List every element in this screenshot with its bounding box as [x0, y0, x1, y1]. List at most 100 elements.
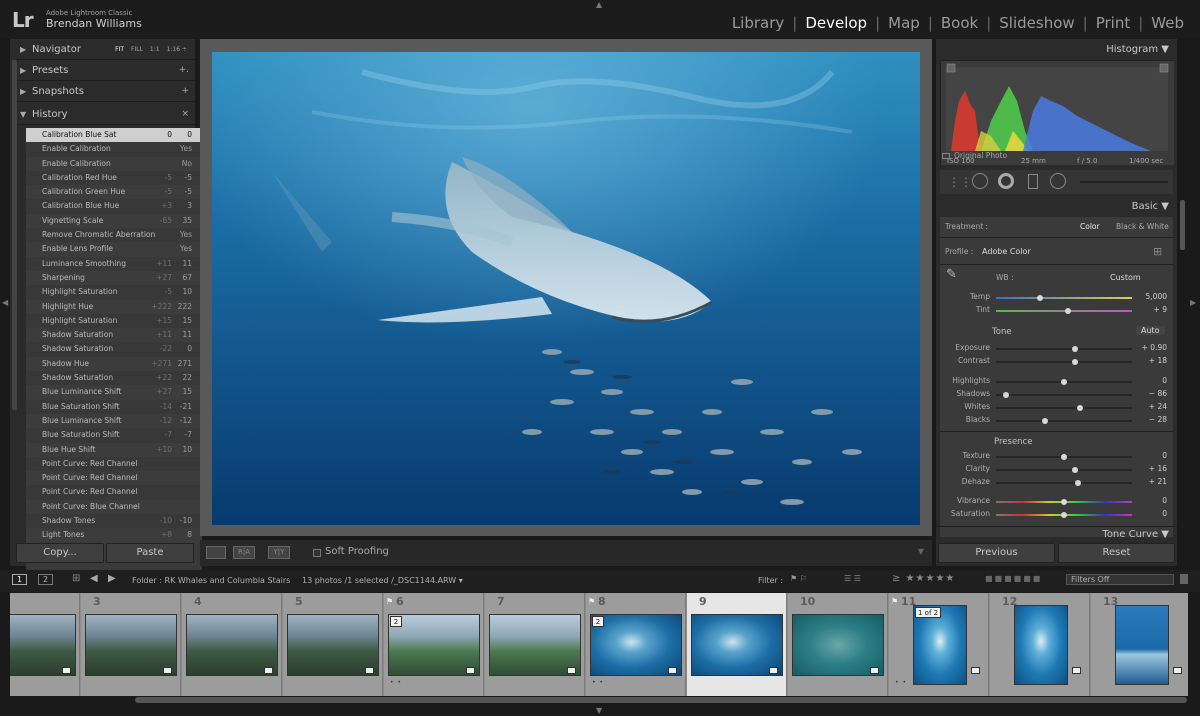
filmstrip-scrollbar[interactable]: [135, 697, 1187, 703]
filmstrip-cell[interactable]: 8 ⚑ 2 • •: [586, 593, 686, 696]
slider-knob-contrast[interactable]: [1071, 359, 1078, 365]
module-library[interactable]: Library: [724, 14, 792, 32]
filters-off-dropdown[interactable]: Filters Off: [1066, 574, 1174, 585]
navigator-zoom-option[interactable]: 1:1: [150, 39, 160, 60]
edited-badge-icon[interactable]: [264, 667, 273, 674]
slider-knob-saturation[interactable]: [1061, 512, 1067, 518]
slider-track-contrast[interactable]: [996, 361, 1132, 363]
histogram-header[interactable]: Histogram ▼: [936, 40, 1177, 60]
folder-breadcrumb[interactable]: Folder : RK Whales and Columbia Stairs: [132, 576, 290, 585]
edited-badge-icon[interactable]: [365, 667, 374, 674]
module-slideshow[interactable]: Slideshow: [991, 14, 1082, 32]
rating-dots[interactable]: • •: [895, 679, 907, 686]
slider-track-exposure[interactable]: [996, 348, 1132, 350]
slider-value-contrast[interactable]: + 18: [1137, 356, 1167, 365]
before-after-yy-button[interactable]: Y|Y: [268, 546, 290, 559]
soft-proofing-checkbox[interactable]: [313, 549, 321, 557]
history-row[interactable]: Point Curve: Red Channel: [26, 471, 202, 486]
slider-value-clarity[interactable]: + 16: [1137, 464, 1167, 473]
history-row[interactable]: Enable Calibration No: [26, 156, 202, 171]
slider-track-tint[interactable]: [996, 310, 1132, 312]
right-panel-scrollbar[interactable]: [1180, 200, 1185, 250]
history-row[interactable]: Point Curve: Blue Channel: [26, 499, 202, 515]
filmstrip-thumbnail[interactable]: [1115, 605, 1169, 685]
history-row[interactable]: Blue Hue Shift +10 10: [26, 442, 202, 457]
filmstrip-cell[interactable]: 5: [283, 593, 383, 696]
history-row[interactable]: Calibration Red Hue -5 -5: [26, 170, 202, 186]
add-snapshot-button[interactable]: +: [181, 81, 189, 102]
slider-value-dehaze[interactable]: + 21: [1137, 477, 1167, 486]
rating-dots[interactable]: • •: [390, 679, 402, 686]
previous-button[interactable]: Previous: [938, 543, 1055, 563]
filter-lock-icon[interactable]: [1180, 574, 1188, 584]
module-map[interactable]: Map: [880, 14, 928, 32]
slider-knob-vibrance[interactable]: [1061, 499, 1067, 505]
edited-badge-icon[interactable]: [62, 667, 71, 674]
slider-value-vibrance[interactable]: 0: [1137, 496, 1167, 505]
slider-knob-dehaze[interactable]: [1074, 480, 1081, 486]
treatment-color-option[interactable]: Color: [1080, 222, 1100, 231]
presets-header[interactable]: ▶ Presets +.: [16, 60, 195, 81]
history-row[interactable]: Shadow Hue +271 271: [26, 356, 202, 372]
wb-dropdown[interactable]: Custom: [1110, 273, 1141, 282]
slider-knob-tint[interactable]: [1065, 308, 1072, 314]
rating-dots[interactable]: • •: [592, 679, 604, 686]
edited-badge-icon[interactable]: [971, 667, 980, 674]
stack-count-badge[interactable]: 2: [390, 616, 402, 627]
history-row[interactable]: Calibration Blue Sat 0 0: [26, 128, 202, 143]
filmstrip-cell[interactable]: 6 ⚑ 2 • •: [384, 593, 484, 696]
flag-icon[interactable]: ⚑: [386, 597, 393, 606]
slider-value-whites[interactable]: + 24: [1137, 402, 1167, 411]
graduated-filter-icon[interactable]: [1028, 174, 1038, 189]
slider-track-shadows[interactable]: [996, 394, 1132, 396]
forward-arrow-icon[interactable]: ▶: [108, 573, 116, 584]
slider-knob-shadows[interactable]: [1002, 392, 1009, 398]
back-arrow-icon[interactable]: ◀: [90, 573, 98, 584]
slider-knob-temp[interactable]: [1036, 295, 1043, 301]
filmstrip-thumbnail[interactable]: [1014, 605, 1068, 685]
history-row[interactable]: Calibration Blue Hue +3 3: [26, 199, 202, 214]
navigator-zoom-option[interactable]: FILL: [131, 39, 143, 60]
reset-button[interactable]: Reset: [1058, 543, 1175, 563]
slider-knob-clarity[interactable]: [1071, 467, 1078, 473]
basic-header[interactable]: Basic ▼: [936, 197, 1177, 217]
slider-knob-blacks[interactable]: [1041, 418, 1048, 424]
before-after-lr-button[interactable]: R|A: [233, 546, 255, 559]
white-balance-picker-icon[interactable]: ✎: [946, 267, 957, 282]
edited-badge-icon[interactable]: [1173, 667, 1182, 674]
edited-badge-icon[interactable]: [769, 667, 778, 674]
color-label-filter[interactable]: ■■■■■■: [985, 574, 1042, 583]
profile-browser-icon[interactable]: ⊞: [1153, 245, 1162, 258]
slider-value-shadows[interactable]: − 86: [1137, 389, 1167, 398]
history-row[interactable]: Shadow Saturation -22 0: [26, 342, 202, 357]
module-web[interactable]: Web: [1143, 14, 1192, 32]
second-window-button[interactable]: 2: [38, 574, 54, 585]
navigator-zoom-option[interactable]: 1:16 ÷: [167, 39, 187, 60]
history-row[interactable]: Blue Saturation Shift -7 -7: [26, 428, 202, 443]
loupe-view-icon[interactable]: [206, 546, 226, 559]
edited-badge-icon[interactable]: [466, 667, 475, 674]
edited-badge-icon[interactable]: [668, 667, 677, 674]
adjustment-brush-slider[interactable]: [1080, 181, 1168, 183]
auto-tone-button[interactable]: Auto: [1136, 326, 1165, 335]
filmstrip-cell[interactable]: 7: [485, 593, 585, 696]
history-row[interactable]: Shadow Saturation +11 11: [26, 328, 202, 343]
star-rating-filter[interactable]: ≥ ★★★★★: [892, 573, 955, 584]
main-window-button[interactable]: 1: [12, 574, 28, 585]
left-panel-toggle-icon[interactable]: ◀: [2, 298, 8, 307]
filmstrip-cell[interactable]: 9: [687, 593, 787, 696]
red-eye-icon[interactable]: [998, 173, 1014, 189]
history-row[interactable]: Point Curve: Red Channel: [26, 456, 202, 472]
slider-knob-whites[interactable]: [1077, 405, 1084, 411]
history-row[interactable]: Enable Lens Profile Yes: [26, 242, 202, 257]
history-row[interactable]: Shadow Saturation +22 22: [26, 371, 202, 386]
copy-button[interactable]: Copy...: [16, 543, 104, 563]
history-row[interactable]: Light Tones +8 8: [26, 528, 202, 543]
flag-filter-icon[interactable]: ⚑ ⚐: [790, 574, 807, 583]
bottom-panel-toggle-icon[interactable]: ▼: [596, 706, 602, 715]
edited-badge-icon[interactable]: [567, 667, 576, 674]
add-preset-button[interactable]: +.: [179, 60, 189, 81]
profile-dropdown[interactable]: Adobe Color: [982, 247, 1031, 256]
history-row[interactable]: Sharpening +27 67: [26, 270, 202, 286]
filmstrip-cell[interactable]: 3: [81, 593, 181, 696]
